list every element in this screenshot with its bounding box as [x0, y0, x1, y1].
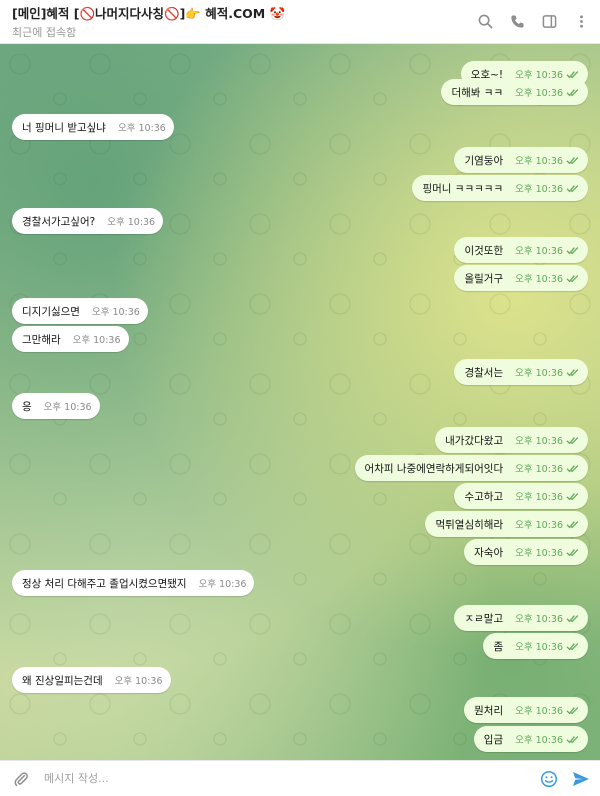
read-check-icon	[566, 368, 580, 377]
message-time: 오후 10:36	[515, 464, 563, 475]
message-text: 이것또한	[464, 244, 504, 257]
chat-title: [메인]혜적 [🚫나머지다사칭🚫]👉 혜적.COM 🤡	[12, 6, 286, 21]
outgoing-message[interactable]: ㅈㄹ말고 오후 10:36	[454, 605, 588, 631]
read-check-icon	[566, 520, 580, 529]
outgoing-message[interactable]: 먹튀열심히해라 오후 10:36	[425, 511, 588, 537]
read-check-icon	[566, 88, 580, 97]
read-check-icon	[566, 706, 580, 715]
outgoing-message[interactable]: 자숙아 오후 10:36	[464, 539, 588, 565]
message-text: 핑머니 ㅋㅋㅋㅋㅋ	[422, 182, 504, 195]
message-time: 오후 10:36	[117, 123, 166, 134]
chat-header: [메인]혜적 [🚫나머지다사칭🚫]👉 혜적.COM 🤡 최근에 접속함	[0, 0, 600, 44]
message-text: 먹튀열심히해라	[435, 518, 504, 531]
message-text: 왜 진상일피는건데	[22, 674, 103, 687]
incoming-message[interactable]: 응 오후 10:36	[12, 393, 100, 419]
message-text: 올릴거구	[464, 272, 504, 285]
outgoing-message[interactable]: 뭔처리 오후 10:36	[464, 697, 588, 723]
message-text: 너 핑머니 받고싶냐	[22, 121, 106, 134]
header-actions	[476, 13, 590, 31]
outgoing-message[interactable]: 핑머니 ㅋㅋㅋㅋㅋ 오후 10:36	[412, 175, 588, 201]
outgoing-message[interactable]: 경찰서는 오후 10:36	[454, 359, 588, 385]
message-time: 오후 10:36	[43, 402, 92, 413]
message-time: 오후 10:36	[515, 706, 563, 717]
incoming-message[interactable]: 너 핑머니 받고싶냐 오후 10:36	[12, 114, 174, 140]
incoming-message[interactable]: 정상 처리 다해주고 졸업시켰으면됐지 오후 10:36	[12, 570, 255, 596]
message-text: 입금	[483, 733, 504, 746]
read-check-icon	[566, 548, 580, 557]
message-text: 수고하고	[464, 490, 504, 503]
message-time: 오후 10:36	[515, 436, 563, 447]
message-text: 디지기싫으면	[22, 305, 80, 318]
message-composer	[0, 760, 600, 796]
outgoing-message[interactable]: 기염둥아 오후 10:36	[454, 147, 588, 173]
chat-status: 최근에 접속함	[12, 26, 77, 39]
incoming-message[interactable]: 그만해라 오후 10:36	[12, 326, 129, 352]
read-check-icon	[566, 492, 580, 501]
message-text: 좀	[493, 640, 504, 653]
outgoing-message[interactable]: 어차피 나중에연락하게되어잇다 오후 10:36	[354, 455, 588, 481]
message-time: 오후 10:36	[515, 274, 563, 285]
message-text: 내가갔다왔고	[445, 434, 504, 447]
message-list[interactable]: 오호~! 오후 10:36 더해봐 ㅋㅋ 오후 10:36 너 핑머니 받고싶냐 오후 1…	[0, 44, 600, 760]
message-time: 오후 10:36	[515, 368, 563, 379]
outgoing-message[interactable]: 좀 오후 10:36	[483, 633, 588, 659]
phone-icon[interactable]	[508, 13, 526, 31]
message-text: 경찰서가고싶어?	[22, 215, 96, 228]
read-check-icon	[566, 642, 580, 651]
attach-icon[interactable]	[10, 768, 32, 790]
send-icon[interactable]	[570, 768, 592, 790]
message-time: 오후 10:36	[515, 642, 563, 653]
message-time: 오후 10:36	[515, 492, 563, 503]
message-text: 기염둥아	[464, 154, 504, 167]
message-time: 오후 10:36	[515, 548, 563, 559]
message-time: 오후 10:36	[198, 579, 247, 590]
message-text: 경찰서는	[464, 366, 504, 379]
incoming-message[interactable]: 왜 진상일피는건데 오후 10:36	[12, 667, 171, 693]
message-time: 오후 10:36	[91, 307, 140, 318]
message-text: 자숙아	[474, 546, 504, 559]
outgoing-message[interactable]: 입금 오후 10:36	[473, 726, 588, 752]
read-check-icon	[566, 464, 580, 473]
message-text: 어차피 나중에연락하게되어잇다	[364, 462, 504, 475]
message-time: 오후 10:36	[114, 676, 163, 687]
chat-title-block[interactable]: [메인]혜적 [🚫나머지다사칭🚫]👉 혜적.COM 🤡 최근에 접속함	[12, 3, 476, 40]
more-vertical-icon[interactable]	[572, 13, 590, 31]
message-text: ㅈㄹ말고	[464, 612, 504, 625]
message-text: 더해봐 ㅋㅋ	[451, 86, 504, 99]
message-text: 그만해라	[22, 333, 61, 346]
outgoing-message[interactable]: 내가갔다왔고 오후 10:36	[435, 427, 588, 453]
outgoing-message[interactable]: 올릴거구 오후 10:36	[454, 265, 588, 291]
message-time: 오후 10:36	[72, 335, 121, 346]
read-check-icon	[566, 614, 580, 623]
emoji-icon[interactable]	[538, 768, 560, 790]
outgoing-message[interactable]: 이것또한 오후 10:36	[454, 237, 588, 263]
read-check-icon	[566, 246, 580, 255]
outgoing-message[interactable]: 수고하고 오후 10:36	[454, 483, 588, 509]
read-check-icon	[566, 436, 580, 445]
read-check-icon	[566, 156, 580, 165]
message-time: 오후 10:36	[107, 217, 156, 228]
outgoing-message[interactable]: 더해봐 ㅋㅋ 오후 10:36	[441, 79, 588, 105]
message-time: 오후 10:36	[515, 184, 563, 195]
read-check-icon	[566, 184, 580, 193]
message-time: 오후 10:36	[515, 735, 563, 746]
message-text: 뭔처리	[474, 704, 504, 717]
read-check-icon	[566, 70, 580, 79]
message-time: 오후 10:36	[515, 614, 563, 625]
incoming-message[interactable]: 경찰서가고싶어? 오후 10:36	[12, 208, 164, 234]
message-text: 응	[22, 400, 32, 413]
search-icon[interactable]	[476, 13, 494, 31]
sidebar-toggle-icon[interactable]	[540, 13, 558, 31]
read-check-icon	[566, 274, 580, 283]
read-check-icon	[566, 735, 580, 744]
incoming-message[interactable]: 디지기싫으면 오후 10:36	[12, 298, 148, 324]
message-time: 오후 10:36	[515, 156, 563, 167]
message-text: 정상 처리 다해주고 졸업시켰으면됐지	[22, 577, 187, 590]
message-time: 오후 10:36	[515, 88, 563, 99]
message-time: 오후 10:36	[515, 246, 563, 257]
message-input[interactable]	[44, 765, 538, 792]
message-time: 오후 10:36	[515, 520, 563, 531]
